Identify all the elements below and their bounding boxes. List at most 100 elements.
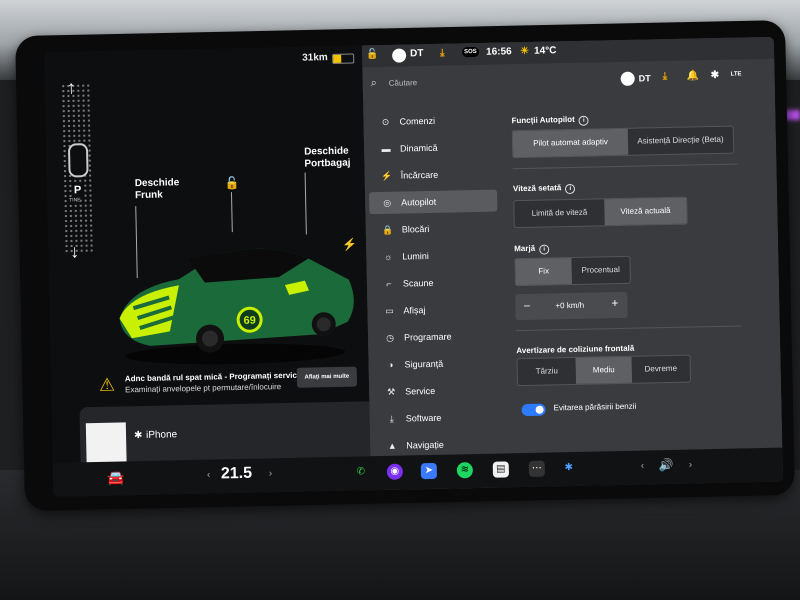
features-title: Funcții Autopilot i <box>511 115 589 128</box>
nav-item-label: Siguranță <box>404 358 444 370</box>
info-icon[interactable]: i <box>565 183 576 195</box>
car-icon[interactable]: 🚘 <box>107 469 125 486</box>
nav-item-lock[interactable]: 🔒 Blocări <box>370 217 498 242</box>
nav-item-label: Autopilot <box>401 196 437 208</box>
nav-item-label: Service <box>405 385 436 397</box>
car-top-icon <box>67 143 89 178</box>
minus-button[interactable]: − <box>523 299 530 313</box>
sun-icon: ☼ <box>384 251 393 262</box>
nav-item-shield[interactable]: ◑ Siguranță <box>372 352 500 377</box>
profile-avatar[interactable] <box>392 48 407 63</box>
option-adaptive-cruise[interactable]: Pilot automat adaptiv <box>512 128 629 158</box>
margin-value: +0 km/h <box>555 300 585 311</box>
trunk-label[interactable]: Deschide Portbagaj <box>304 146 351 171</box>
toggle-icon: ⊙ <box>381 116 390 127</box>
bell-icon[interactable]: 🔔 <box>687 70 700 81</box>
gear-sub-label: TINE <box>69 197 81 204</box>
lock-icon: 🔒 <box>382 224 394 235</box>
chevron-right-icon[interactable]: › <box>269 468 273 479</box>
navigation-icon: ▲ <box>387 440 397 451</box>
nav-item-label: Scaune <box>402 277 434 289</box>
shield-icon: ◑ <box>387 359 394 370</box>
arrow-up-icon[interactable]: ↑ <box>67 77 76 98</box>
info-icon[interactable]: i <box>539 244 550 255</box>
nav-item-download[interactable]: ⤓ Software <box>374 405 502 430</box>
nav-item-label: Comenzi <box>399 115 436 127</box>
camera-icon[interactable]: ◉ <box>386 463 404 480</box>
margin-selector[interactable]: Fix Procentual <box>514 255 631 287</box>
bluetooth-status-icon[interactable]: ✱ <box>711 70 720 81</box>
gear-selector[interactable]: ↑ P TINE ↓ <box>60 73 95 264</box>
nav-item-car[interactable]: ▬ Dinamică <box>368 136 496 161</box>
search-profile-avatar[interactable] <box>620 71 635 86</box>
nav-item-label: Programare <box>403 331 452 343</box>
option-late[interactable]: Târziu <box>518 358 577 385</box>
lane-departure-toggle[interactable] <box>521 403 546 417</box>
vehicle-pane: 31km ↑ P TINE ↓ Deschide Frunk 🔓 Deschid… <box>44 45 377 497</box>
volume-up-chevron-icon[interactable]: › <box>689 460 693 471</box>
spotify-icon[interactable]: ≋ <box>456 462 474 479</box>
media-source[interactable]: iPhone <box>146 429 177 441</box>
speed-selector[interactable]: Limită de viteză Viteză actuală <box>513 196 688 229</box>
plus-button[interactable]: + <box>611 296 618 310</box>
volume-icon[interactable]: 🔊 <box>659 458 674 472</box>
option-speed-limit[interactable]: Limită de viteză <box>514 199 605 227</box>
search-profile-name[interactable]: DT <box>639 73 651 83</box>
divider <box>512 163 738 170</box>
nav-item-display[interactable]: ▭ Afișaj <box>371 298 499 323</box>
car-render: 69 <box>119 248 354 365</box>
outside-temperature: 14°C <box>533 45 557 57</box>
seat-icon: ⌐ <box>386 278 392 289</box>
nav-item-wrench[interactable]: ⚒ Service <box>373 379 501 404</box>
navigation-app-icon[interactable]: ➤ <box>420 462 438 480</box>
nav-item-label: Dinamică <box>399 142 438 154</box>
option-autosteer[interactable]: Asistență Direcție (Beta) <box>628 127 734 155</box>
nav-item-bolt[interactable]: ⚡ Încărcare <box>368 163 496 188</box>
nav-item-label: Lumini <box>402 250 429 262</box>
margin-title: Marjă i <box>514 243 550 255</box>
arrow-down-icon[interactable]: ↓ <box>70 241 79 262</box>
nav-item-sun[interactable]: ☼ Lumini <box>370 244 498 269</box>
lte-icon: LTE <box>730 71 742 78</box>
nav-item-toggle[interactable]: ⊙ Comenzi <box>367 109 495 134</box>
lane-departure-label: Evitarea părăsirii benzii <box>553 401 637 413</box>
option-early[interactable]: Devreme <box>632 356 691 383</box>
option-medium[interactable]: Mediu <box>575 356 633 384</box>
speed-title: Viteză setată i <box>513 183 576 195</box>
download-icon[interactable]: ⤓ <box>663 71 668 82</box>
option-current-speed[interactable]: Viteză actuală <box>604 197 687 226</box>
nav-item-steering-wheel[interactable]: ◎ Autopilot <box>369 189 498 215</box>
collision-title: Avertizare de coliziune frontală <box>516 343 635 356</box>
unlock-icon[interactable]: 🔓 <box>225 176 240 190</box>
search-placeholder[interactable]: Căutare <box>389 78 418 88</box>
nav-item-label: Navigație <box>406 439 444 451</box>
margin-stepper[interactable]: − +0 km/h + <box>515 291 628 321</box>
settings-search[interactable]: ⌕ Căutare DT ⤓ 🔔 ✱ LTE <box>362 58 776 102</box>
nav-item-clock[interactable]: ◷ Programare <box>372 325 500 350</box>
chevron-left-icon[interactable]: ‹ <box>207 470 211 481</box>
search-icon[interactable]: ⌕ <box>371 77 377 90</box>
learn-more-button[interactable]: Aflați mai multe <box>296 366 358 388</box>
bluetooth-app-icon[interactable]: ✱ <box>561 460 577 476</box>
notes-icon[interactable]: ▤ <box>492 461 510 478</box>
clock-icon: ◷ <box>386 332 395 343</box>
collision-selector[interactable]: Târziu Mediu Devreme <box>516 354 692 387</box>
phone-icon[interactable]: ✆ <box>353 464 369 480</box>
more-apps-icon[interactable]: ⋯ <box>528 460 546 477</box>
nav-item-label: Blocări <box>401 223 430 235</box>
option-fixed[interactable]: Fix <box>515 257 572 286</box>
update-download-icon[interactable]: ⤓ <box>440 48 445 59</box>
info-icon[interactable]: i <box>578 115 589 126</box>
warning-icon: ⚠ <box>98 374 116 395</box>
features-selector[interactable]: Pilot automat adaptiv Asistență Direcție… <box>511 125 735 159</box>
volume-down-chevron-icon[interactable]: ‹ <box>641 461 645 472</box>
unlock-status-icon[interactable]: 🔓 <box>366 49 379 60</box>
nav-item-seat[interactable]: ⌐ Scaune <box>371 271 499 296</box>
autopilot-settings: Funcții Autopilot i Pilot automat adaptiv… <box>511 103 779 488</box>
alert-subtitle: Examinați anvelopele pt permutare/înlocu… <box>124 382 282 395</box>
frunk-label[interactable]: Deschide Frunk <box>135 177 180 202</box>
option-percent[interactable]: Procentual <box>571 257 630 284</box>
car-number: 69 <box>243 315 255 327</box>
profile-name[interactable]: DT <box>410 48 424 59</box>
cabin-temperature[interactable]: 21.5 <box>221 465 253 484</box>
